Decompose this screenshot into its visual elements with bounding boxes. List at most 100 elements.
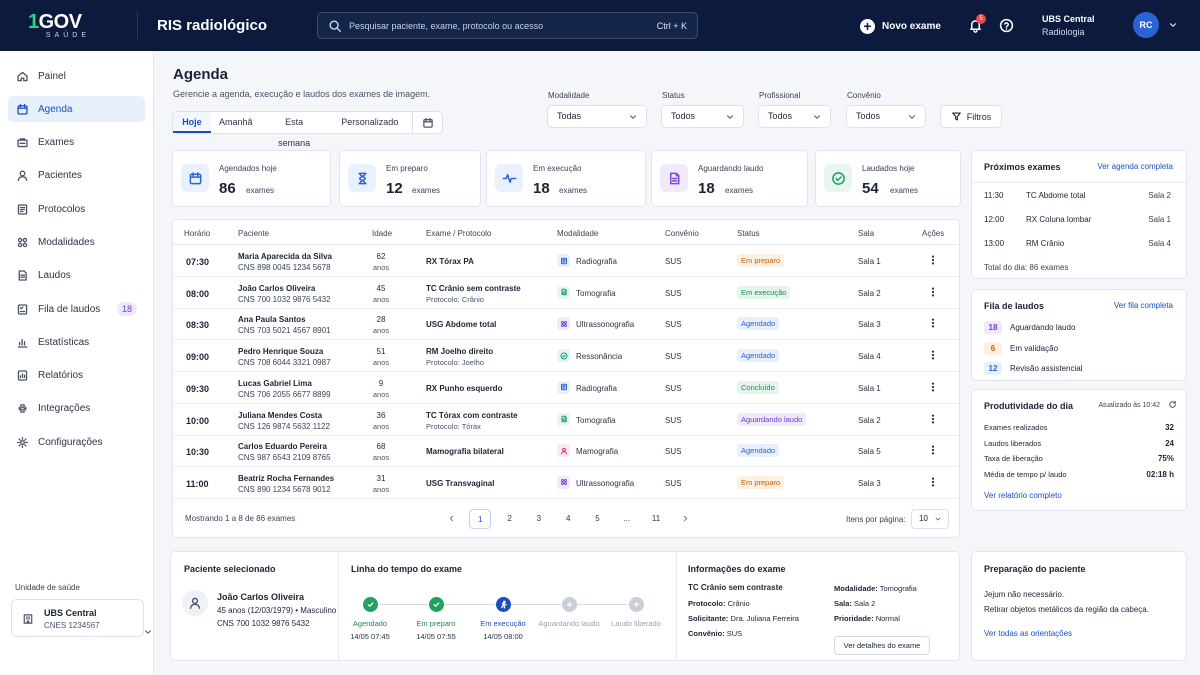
filter-convenio-label: Convênio xyxy=(847,91,881,100)
sidebar-item-relatorios[interactable]: Relatórios xyxy=(8,363,145,389)
pagination-page[interactable]: 4 xyxy=(557,509,579,529)
stat-value: 18 xyxy=(698,180,715,197)
row-time: 09:30 xyxy=(186,383,210,394)
row-actions-button[interactable] xyxy=(927,286,939,300)
filter-status-select[interactable]: Todos xyxy=(661,105,744,128)
filter-modalidade-select[interactable]: Todas xyxy=(547,105,647,128)
stat-unit: exames xyxy=(890,186,919,195)
refresh-button[interactable] xyxy=(1168,400,1177,409)
exams-icon xyxy=(17,138,28,148)
stat-card[interactable]: Em execução 18 exames xyxy=(486,150,646,207)
sidebar-item-painel[interactable]: Painel xyxy=(8,63,145,89)
row-convenio: SUS xyxy=(665,383,682,393)
productivity-report-link[interactable]: Ver relatório completo xyxy=(984,491,1062,500)
date-picker-button[interactable] xyxy=(412,112,442,133)
table-row[interactable]: 07:30 Maria Aparecida da Silva CNS 898 004… xyxy=(173,245,959,277)
user-avatar[interactable]: RC xyxy=(1133,12,1159,38)
stat-unit: exames xyxy=(725,186,754,195)
sidebar-item-laudos[interactable]: Laudos xyxy=(8,263,145,289)
search-input[interactable]: Pesquisar paciente, exame, protocolo ou … xyxy=(317,12,698,39)
topbar-unit-dept: Radiologia xyxy=(1042,27,1085,37)
exam-details-button[interactable]: Ver detalhes do exame xyxy=(834,636,930,655)
row-exam: TC Crânio sem contraste xyxy=(426,283,521,293)
row-room: Sala 3 xyxy=(858,320,881,330)
pagination-page[interactable]: 3 xyxy=(528,509,550,529)
filter-convenio-select[interactable]: Todos xyxy=(846,105,926,128)
sidebar-item-fila-de-laudos[interactable]: Fila de laudos 18 xyxy=(8,296,145,322)
row-actions-button[interactable] xyxy=(927,317,939,331)
row-time: 08:30 xyxy=(186,320,210,331)
table-row[interactable]: 10:00 Juliana Mendes Costa CNS 126 9874 56… xyxy=(173,404,959,436)
tab-amanha[interactable]: Amanhã xyxy=(211,112,261,133)
new-exam-button[interactable]: + Novo exame xyxy=(860,17,941,35)
kebab-icon xyxy=(931,287,935,297)
filters-button[interactable]: Filtros xyxy=(940,105,1002,128)
timeline-step-dot xyxy=(362,597,378,612)
per-page-select[interactable]: 10 xyxy=(911,509,949,529)
modalities-icon xyxy=(17,237,28,248)
stat-label: Agendados hoje xyxy=(219,164,277,173)
timeline-step-time: 14/05 07:45 xyxy=(350,632,390,641)
table-row[interactable]: 09:00 Pedro Henrique Souza CNS 708 6044 33… xyxy=(173,340,959,373)
pagination-page[interactable]: 5 xyxy=(586,509,608,529)
stat-card[interactable]: Aguardando laudo 18 exames xyxy=(651,150,808,207)
col-header-status: Status xyxy=(737,229,760,238)
next-exams-link[interactable]: Ver agenda completa xyxy=(1097,162,1173,171)
sidebar-item-exames[interactable]: Exames xyxy=(8,130,145,156)
modality-icon-wrap xyxy=(557,349,570,363)
next-exam-time: 11:30 xyxy=(984,191,1004,200)
col-header-acoes: Ações xyxy=(922,229,945,238)
panel-divider xyxy=(972,182,1186,183)
report-queue-link[interactable]: Ver fila completa xyxy=(1114,301,1173,310)
table-row[interactable]: 11:00 Beatriz Rocha Fernandes CNS 890 1234… xyxy=(173,467,959,499)
modality-icon-wrap xyxy=(557,317,570,331)
stat-card[interactable]: Em preparo 12 exames xyxy=(339,150,481,207)
sidebar-item-agenda[interactable]: Agenda xyxy=(8,96,145,123)
prep-all-link[interactable]: Ver todas as orientações xyxy=(984,629,1072,638)
row-actions-button[interactable] xyxy=(927,413,939,427)
table-row[interactable]: 09:30 Lucas Gabriel Lima CNS 706 2055 6677… xyxy=(173,372,959,404)
table-row[interactable]: 08:00 João Carlos Oliveira CNS 700 1032 98… xyxy=(173,277,959,309)
table-row[interactable]: 10:30 Carlos Eduardo Pereira CNS 987 6543 … xyxy=(173,435,959,468)
timeline-step-label: Agendado xyxy=(352,619,388,628)
pagination-next[interactable] xyxy=(674,509,696,529)
user-menu-chevron[interactable] xyxy=(1168,20,1178,30)
reports-icon xyxy=(17,370,28,381)
row-actions-button[interactable] xyxy=(927,381,939,395)
sidebar-item-pacientes[interactable]: Pacientes xyxy=(8,163,145,189)
unit-selector[interactable]: UBS Central CNES 1234567 xyxy=(11,599,151,637)
pagination-page[interactable]: 2 xyxy=(499,509,521,529)
tab-esta-semana[interactable]: Esta semana xyxy=(261,112,328,148)
sidebar-item-modalidades[interactable]: Modalidades xyxy=(8,229,145,255)
sidebar-item-label: Integrações xyxy=(38,403,91,415)
row-protocol: Protocolo: Crânio xyxy=(426,294,484,304)
tab-hoje[interactable]: Hoje xyxy=(173,112,211,133)
timeline-step-label: Laudo liberado xyxy=(611,619,661,628)
refresh-icon xyxy=(1169,400,1176,408)
stat-icon-wrap xyxy=(348,164,376,192)
app-logo[interactable]: 1GOV SAÚDE xyxy=(28,12,92,40)
sidebar-item-integracoes[interactable]: Integrações xyxy=(8,396,145,422)
sidebar-item-estatisticas[interactable]: Estatísticas xyxy=(8,329,145,355)
status-badge: Em execução xyxy=(737,285,791,299)
row-actions-button[interactable] xyxy=(927,254,939,268)
filter-profissional-select[interactable]: Todos xyxy=(758,105,831,128)
row-actions-button[interactable] xyxy=(927,476,939,490)
stat-card[interactable]: Laudados hoje 54 exames xyxy=(815,150,961,207)
table-row[interactable]: 08:30 Ana Paula Santos CNS 703 5021 4567 8… xyxy=(173,308,959,341)
chevron-down-icon xyxy=(935,517,941,521)
row-actions-button[interactable] xyxy=(927,349,939,363)
row-patient-cns: CNS 708 6044 3321 0987 xyxy=(238,358,331,368)
pagination-prev[interactable] xyxy=(440,509,462,529)
row-actions-button[interactable] xyxy=(927,444,939,458)
tab-personalizado[interactable]: Personalizado xyxy=(327,112,412,133)
help-button[interactable] xyxy=(999,18,1014,33)
chart-icon xyxy=(17,338,28,348)
stat-label: Em execução xyxy=(533,164,582,173)
sidebar-item-protocolos[interactable]: Protocolos xyxy=(8,196,145,222)
pagination-page[interactable]: 1 xyxy=(469,509,492,529)
user-icon xyxy=(560,447,567,455)
stat-card[interactable]: Agendados hoje 86 exames xyxy=(172,150,331,207)
pagination-page[interactable]: 11 xyxy=(645,509,667,529)
sidebar-item-configuracoes[interactable]: Configurações xyxy=(8,429,145,455)
